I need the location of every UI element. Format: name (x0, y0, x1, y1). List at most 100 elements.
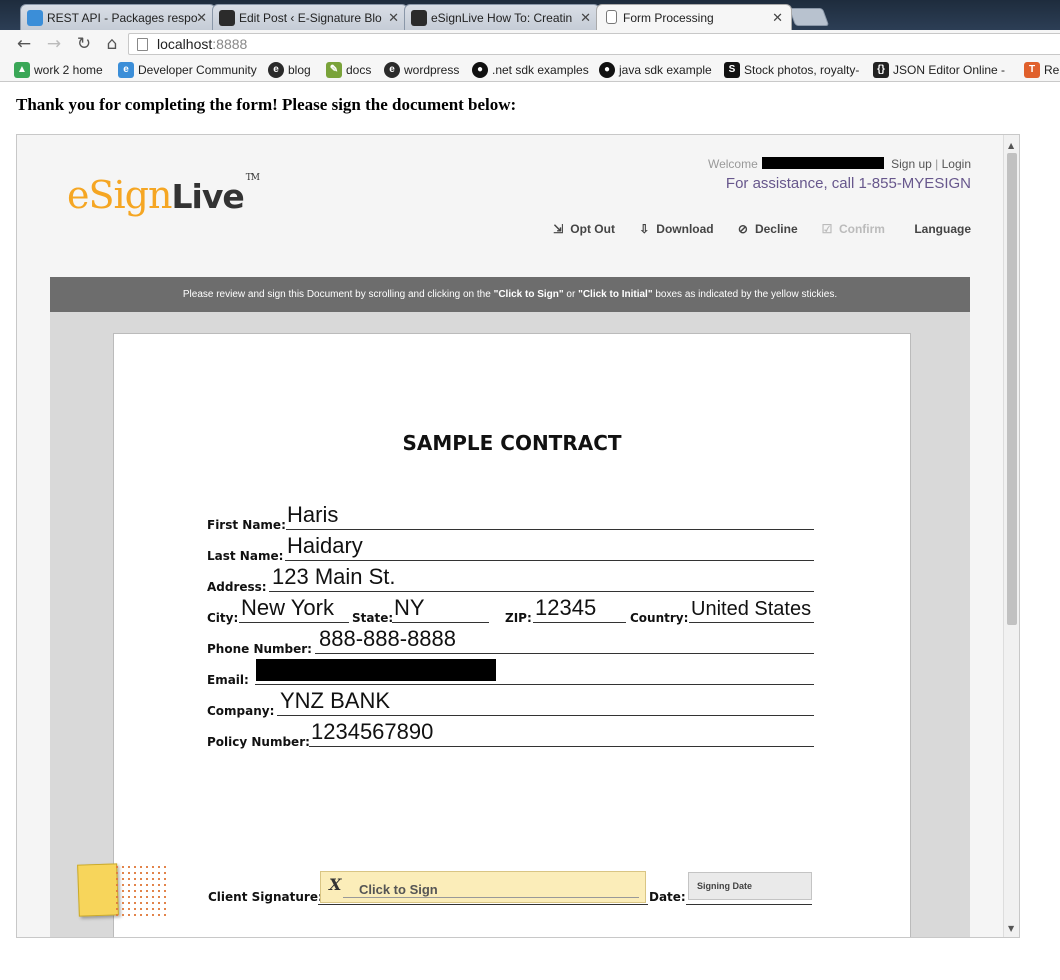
document-viewer: SAMPLE CONTRACT First Name: Haris Last N… (50, 312, 970, 937)
bookmark-item[interactable]: e Developer Community (118, 62, 258, 78)
browser-tab[interactable]: REST API - Packages respo ✕ (20, 4, 216, 30)
bookmark-item[interactable]: {} JSON Editor Online - (873, 62, 1015, 78)
address-row: Address: 123 Main St. (207, 564, 817, 596)
first-name-row: First Name: Haris (207, 502, 817, 534)
close-icon[interactable]: ✕ (388, 5, 399, 30)
welcome-bar: Welcome Sign up | Login (707, 157, 971, 171)
forward-arrow-icon[interactable]: → (44, 34, 64, 54)
github-icon: ● (599, 62, 615, 78)
phone-label: Phone Number: (207, 642, 312, 656)
opt-out-icon: ⇲ (553, 222, 564, 236)
state-value: NY (394, 595, 425, 620)
bookmark-item[interactable]: ● java sdk example (599, 62, 712, 78)
field-underline (286, 529, 814, 530)
browser-tab[interactable]: Edit Post ‹ E-Signature Blo ✕ (212, 4, 408, 30)
t-icon: T (1024, 62, 1040, 78)
browser-tab-strip: REST API - Packages respo ✕ Edit Post ‹ … (0, 0, 1060, 30)
last-name-value: Haidary (287, 533, 363, 558)
url-text: localhost:8888 (157, 36, 248, 52)
field-underline (285, 560, 814, 561)
home-icon[interactable]: ⌂ (102, 34, 122, 54)
company-value: YNZ BANK (280, 688, 391, 713)
page-heading: Thank you for completing the form! Pleas… (16, 95, 517, 114)
bookmark-item[interactable]: S Stock photos, royalty- (724, 62, 860, 78)
decline-button[interactable]: ⊘ Decline (735, 222, 798, 236)
phone-row: Phone Number: 888-888-8888 (207, 626, 817, 658)
page-icon (606, 10, 617, 24)
braces-icon: {} (873, 62, 889, 78)
download-icon: ⇩ (639, 222, 650, 236)
signature-line (343, 897, 639, 898)
address-value: 123 Main St. (272, 564, 396, 589)
sticky-pointer-pattern (114, 864, 170, 916)
country-label: Country: (630, 611, 689, 625)
field-underline (277, 715, 814, 716)
city-value: New York (241, 595, 334, 620)
close-icon[interactable]: ✕ (196, 5, 207, 30)
field-underline (239, 622, 349, 623)
browser-tab-active[interactable]: Form Processing ✕ (596, 4, 792, 30)
action-bar: ⇲ Opt Out ⇩ Download ⊘ Decline ☑ Confirm Lan… (532, 222, 971, 236)
new-tab-button[interactable] (788, 8, 830, 26)
field-underline (309, 746, 814, 747)
signature-row: Client Signature: X Click to Sign Date: … (208, 869, 818, 909)
field-underline (533, 622, 626, 623)
confirm-icon: ☑ (821, 222, 833, 236)
tab-label: Form Processing (623, 11, 714, 25)
redacted-email (256, 659, 496, 681)
address-bar[interactable]: localhost:8888 (128, 33, 1060, 55)
back-arrow-icon[interactable]: ← (14, 34, 34, 54)
bookmark-item[interactable]: e blog (268, 62, 311, 78)
bookmarks-bar: ▲ work 2 home e Developer Community e bl… (0, 58, 1060, 82)
email-label: Email: (207, 673, 249, 687)
close-icon[interactable]: ✕ (580, 5, 591, 30)
tab-label: REST API - Packages respo (47, 11, 198, 25)
signature-x-mark: X (329, 875, 342, 894)
scroll-up-arrow-icon[interactable]: ▲ (1008, 141, 1014, 150)
company-label: Company: (207, 704, 275, 718)
iframe-scrollbar[interactable]: ▲ ▼ (1003, 135, 1019, 937)
tab-label: Edit Post ‹ E-Signature Blo (239, 11, 382, 25)
browser-tab[interactable]: eSignLive How To: Creatin ✕ (404, 4, 600, 30)
scrollbar-thumb[interactable] (1007, 153, 1017, 625)
opt-out-button[interactable]: ⇲ Opt Out (550, 222, 615, 236)
country-value: United States (691, 598, 812, 620)
click-to-sign-button[interactable]: X Click to Sign (320, 871, 646, 903)
decline-icon: ⊘ (737, 222, 748, 236)
esignlive-icon: e (384, 62, 400, 78)
esignlive-icon: e (118, 62, 134, 78)
confirm-button[interactable]: ☑ Confirm (819, 222, 885, 236)
bookmark-item[interactable]: T Re (1024, 62, 1060, 78)
bookmark-item[interactable]: ▲ work 2 home (14, 62, 103, 78)
signing-date-field: Signing Date (688, 872, 812, 900)
email-row: Email: (207, 657, 817, 689)
policy-row: Policy Number: 1234567890 (207, 719, 817, 751)
login-link[interactable]: Login (942, 157, 971, 171)
download-button[interactable]: ⇩ Download (636, 222, 713, 236)
field-underline (686, 904, 812, 905)
reload-icon[interactable]: ↻ (74, 34, 94, 54)
esignlive-icon (411, 10, 427, 26)
close-icon[interactable]: ✕ (772, 5, 783, 30)
language-menu[interactable]: Language (914, 222, 971, 236)
sign-up-link[interactable]: Sign up (891, 157, 932, 171)
bookmark-item[interactable]: ● .net sdk examples (472, 62, 589, 78)
field-underline (315, 653, 814, 654)
phone-value: 888-888-8888 (319, 626, 457, 651)
assistance-text: For assistance, call 1-855-MYESIGN (725, 175, 971, 192)
field-underline (269, 591, 814, 592)
bookmark-item[interactable]: ✎ docs (326, 62, 371, 78)
scroll-down-arrow-icon[interactable]: ▼ (1008, 924, 1014, 933)
date-label: Date: (649, 890, 686, 904)
bookmark-item[interactable]: e wordpress (384, 62, 459, 78)
field-underline (318, 904, 648, 905)
esignlive-icon (27, 10, 43, 26)
first-name-label: First Name: (207, 518, 286, 532)
signing-date-placeholder: Signing Date (697, 881, 753, 891)
field-underline (255, 684, 814, 685)
page-icon (137, 38, 148, 51)
location-row: City: New York State: NY ZIP: 12345 Coun… (207, 595, 817, 627)
instructions-banner: Please review and sign this Document by … (50, 277, 970, 312)
zip-label: ZIP: (505, 611, 532, 625)
city-label: City: (207, 611, 239, 625)
